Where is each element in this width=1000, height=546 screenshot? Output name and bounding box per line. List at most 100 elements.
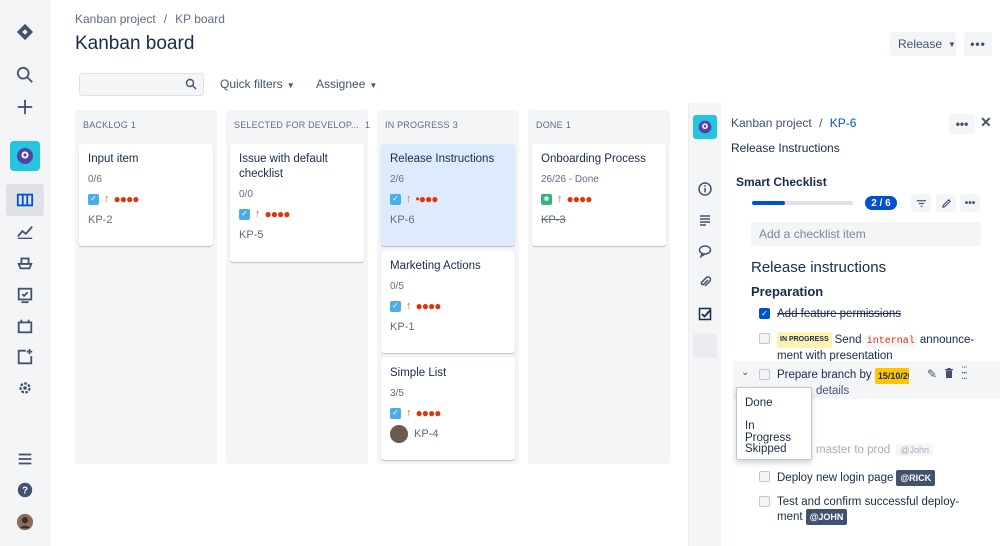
breadcrumb-separator: / <box>163 12 168 26</box>
checkbox-checked[interactable]: ✓ <box>759 308 770 319</box>
item-text: ment <box>777 511 803 523</box>
panel-project-link[interactable]: Kanban project <box>731 116 812 130</box>
edit-icon[interactable]: ✎ <box>927 367 937 382</box>
breadcrumb: Kanban project / KP board <box>75 12 233 26</box>
releases-icon[interactable] <box>13 251 37 275</box>
assignee-avatar[interactable] <box>390 425 408 443</box>
column-header: IN PROGRESS 3 <box>385 120 458 130</box>
issue-summary: Release Instructions <box>731 141 840 155</box>
board-icon[interactable] <box>13 188 37 212</box>
settings-icon[interactable] <box>13 376 37 400</box>
close-icon[interactable]: ✕ <box>980 114 992 131</box>
drag-handle-icon[interactable]: ⁚⁚⁚ ⁚⁚⁚ <box>961 366 968 382</box>
issue-key-link[interactable]: KP-6 <box>830 116 857 130</box>
item-text-block: Deploy new login page @RICK <box>777 470 936 486</box>
breadcrumb-board[interactable]: KP board <box>175 12 225 26</box>
quick-filters-dropdown[interactable]: Quick filters ▼ <box>220 77 295 91</box>
card-progress: 0/6 <box>88 174 102 185</box>
item-text: Test and confirm successful deploy- <box>777 496 960 508</box>
components-icon[interactable] <box>13 314 37 338</box>
item-text: Prepare branch by <box>777 369 872 381</box>
issue-card[interactable]: Onboarding Process 26/26 - Done ■ ↑ ●●●● K… <box>532 144 666 246</box>
checklist-item[interactable]: ✓ Add feature permissions <box>759 307 989 321</box>
comment-icon[interactable] <box>697 243 713 259</box>
issues-icon[interactable] <box>13 283 37 307</box>
assignee-label: Assignee <box>316 77 366 91</box>
search-icon <box>185 78 197 90</box>
mention-tag: @John <box>896 444 934 456</box>
checklist-progress-fill <box>752 201 786 205</box>
checkbox[interactable] <box>759 496 770 507</box>
create-icon[interactable] <box>13 95 37 119</box>
panel-sidebar <box>689 103 721 546</box>
checklist-more-icon[interactable]: ••• <box>960 194 980 212</box>
checklist-item[interactable]: Test and confirm successful deploy-ment @… <box>759 495 989 525</box>
item-text-block: IN PROGRESS Send internal announce-ment w… <box>777 332 974 363</box>
description-icon[interactable] <box>697 212 713 228</box>
checklist-item[interactable]: Prepare branch by 15/10/201 <box>759 368 909 384</box>
breadcrumb-project[interactable]: Kanban project <box>75 12 156 26</box>
panel-more-button[interactable]: ••• <box>949 114 975 134</box>
story-type-icon: ✓ <box>88 193 99 205</box>
menu-icon[interactable] <box>13 447 37 471</box>
column-name: BACKLOG <box>83 120 128 130</box>
edit-icon[interactable] <box>936 194 956 212</box>
item-text: announce- <box>919 334 975 346</box>
info-icon[interactable] <box>697 181 713 197</box>
card-key-row: KP-4 <box>390 425 506 443</box>
column-count: 1 <box>565 120 572 130</box>
status-lozenge: IN PROGRESS <box>777 332 832 348</box>
project-avatar[interactable] <box>693 115 717 139</box>
issue-card[interactable]: Simple List 3/5 ✓ ↑ ●●●● KP-4 <box>381 358 515 460</box>
checkbox[interactable] <box>759 471 770 482</box>
card-progress: 0/0 <box>239 189 253 200</box>
checklist-heading: Release instructions <box>751 259 887 276</box>
card-progress: 26/26 - Done <box>541 174 599 185</box>
priority-high-icon: ↑ <box>406 193 412 205</box>
global-sidebar: ? <box>0 0 50 546</box>
jira-logo-icon[interactable] <box>13 20 37 44</box>
panel-breadcrumb-separator: / <box>819 116 823 130</box>
release-button[interactable]: Release ▼ <box>890 32 956 56</box>
card-key: KP-5 <box>239 229 264 241</box>
item-text: Add feature permissions <box>777 308 902 320</box>
checklist-icon[interactable] <box>697 306 713 322</box>
checklist-section: Preparation <box>751 284 824 299</box>
user-avatar[interactable] <box>13 510 37 534</box>
checklist-progress-badge: 2 / 6 <box>865 196 897 210</box>
attachment-icon[interactable] <box>697 274 713 290</box>
mention-tag: @RICK <box>896 470 936 486</box>
assignee-dropdown[interactable]: Assignee ▼ <box>316 77 377 91</box>
checklist-item[interactable]: IN PROGRESS Send internal announce-ment w… <box>759 332 989 363</box>
reports-icon[interactable] <box>13 220 37 244</box>
status-option-done[interactable]: Done <box>737 392 811 415</box>
checklist-item[interactable]: Deploy new login page @RICK <box>759 470 989 486</box>
project-avatar[interactable] <box>10 141 40 171</box>
issue-card[interactable]: Issue with default checklist 0/0 ✓ ↑ ●●●● … <box>230 144 364 262</box>
trash-icon[interactable] <box>943 367 955 382</box>
panel-sidebar-slot[interactable] <box>693 334 717 358</box>
card-key: KP-3 <box>541 214 566 226</box>
due-date-lozenge: 15/10/201 <box>874 368 909 384</box>
chevron-down-icon[interactable]: ⌄ <box>741 367 749 378</box>
issue-card[interactable]: Marketing Actions 0/5 ✓ ↑ ●●●● KP-1 <box>381 251 515 353</box>
item-details-text: details <box>816 385 850 397</box>
checkbox[interactable] <box>759 369 770 380</box>
board-more-button[interactable]: ••• <box>964 32 992 56</box>
search-input[interactable] <box>79 73 204 96</box>
bookmark-type-icon: ■ <box>541 193 552 205</box>
filter-icon[interactable] <box>911 194 931 212</box>
help-icon[interactable]: ? <box>13 478 37 502</box>
add-item-icon[interactable] <box>13 345 37 369</box>
add-checklist-item-input[interactable]: Add a checklist item <box>751 222 981 246</box>
chevron-down-icon: ▼ <box>369 81 378 90</box>
column-name: SELECTED FOR DEVELOP... <box>234 120 359 130</box>
column-done: DONE 1 Onboarding Process 26/26 - Done ■ ↑… <box>528 110 670 464</box>
item-text: Send <box>834 334 862 346</box>
column-name: IN PROGRESS <box>385 120 450 130</box>
issue-card[interactable]: Input item 0/6 ✓ ↑ ●●●● KP-2 <box>79 144 213 246</box>
checkbox[interactable] <box>759 333 770 344</box>
issue-card-selected[interactable]: Release Instructions 2/6 ✓ ↑ •●●● KP-6 <box>381 144 515 246</box>
status-option-in-progress[interactable]: In Progress <box>737 415 811 444</box>
search-icon[interactable] <box>13 63 37 87</box>
